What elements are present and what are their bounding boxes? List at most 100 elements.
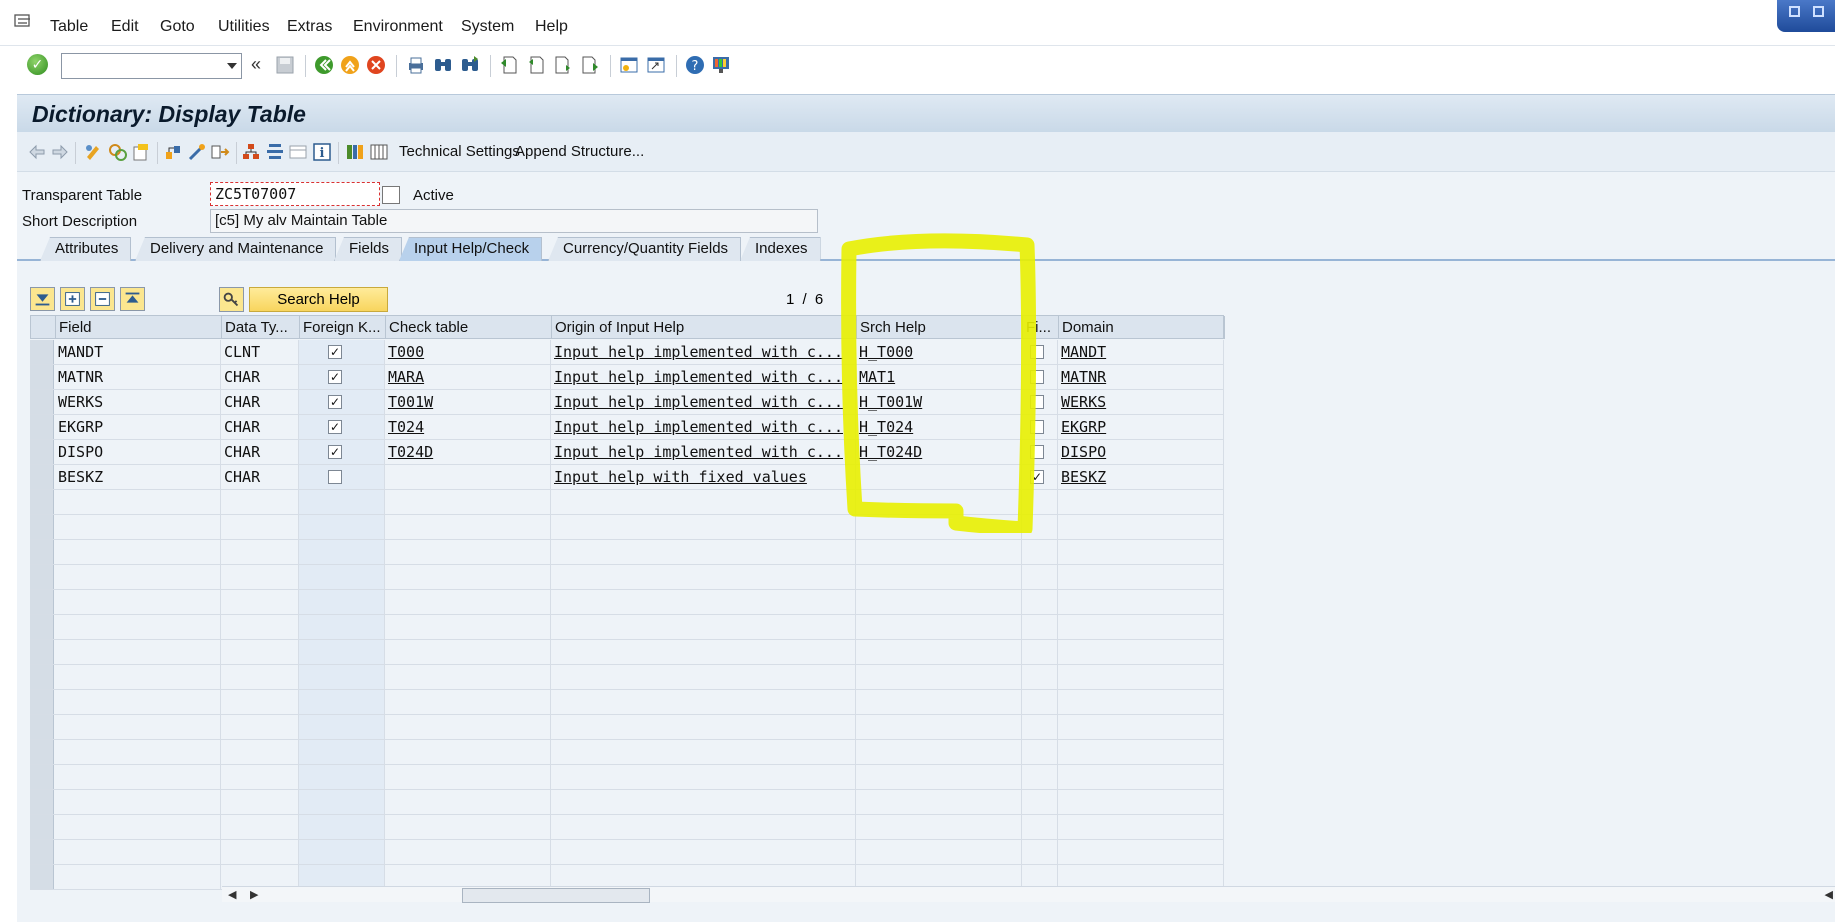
find-icon[interactable]: [433, 55, 453, 75]
insert-row-icon[interactable]: [60, 287, 85, 311]
check-table-cell-text[interactable]: MARA: [388, 368, 424, 386]
search-help-cell-text[interactable]: H_T001W: [859, 393, 922, 411]
save-icon[interactable]: [275, 55, 295, 75]
chevron-down-icon[interactable]: [227, 63, 237, 69]
domain-cell-text[interactable]: DISPO: [1061, 443, 1106, 461]
checkbox[interactable]: ✓: [328, 395, 342, 409]
row-selector[interactable]: [30, 790, 54, 814]
scroll-thumb[interactable]: [462, 888, 650, 903]
tab-attributes[interactable]: Attributes: [40, 237, 132, 261]
column-domain[interactable]: Domain: [1059, 316, 1225, 339]
layout-icon[interactable]: [345, 142, 365, 162]
append-structure-button[interactable]: Append Structure...: [515, 143, 644, 160]
checkbox[interactable]: [1030, 345, 1044, 359]
expand-all-icon[interactable]: [30, 287, 55, 311]
table-row[interactable]: [30, 515, 1224, 540]
checkbox[interactable]: [1030, 395, 1044, 409]
column-field[interactable]: Field: [56, 316, 222, 339]
previous-page-icon[interactable]: [526, 55, 546, 75]
back-icon[interactable]: [314, 55, 334, 75]
table-name-field[interactable]: ZC5T07007: [210, 182, 380, 206]
column-check-table[interactable]: Check table: [386, 316, 552, 339]
enter-icon[interactable]: ✓: [27, 54, 48, 75]
domain-cell-text[interactable]: MANDT: [1061, 343, 1106, 361]
origin-input-help-cell-text[interactable]: Input help implemented with c...: [554, 343, 843, 361]
tab-delivery-maintenance[interactable]: Delivery and Maintenance: [135, 237, 337, 261]
checkbox[interactable]: [1030, 370, 1044, 384]
structure-icon[interactable]: [265, 142, 285, 162]
search-help-button[interactable]: Search Help: [249, 287, 388, 312]
column-origin-input-help[interactable]: Origin of Input Help: [552, 316, 857, 339]
row-selector[interactable]: [30, 740, 54, 764]
row-selector[interactable]: [30, 465, 54, 489]
horizontal-scrollbar[interactable]: ◀ ▶ ◀: [222, 886, 1835, 903]
table-row[interactable]: [30, 540, 1224, 565]
command-field[interactable]: [61, 53, 242, 79]
command-input[interactable]: [64, 55, 214, 77]
last-page-icon[interactable]: [580, 55, 600, 75]
delete-row-icon[interactable]: [90, 287, 115, 311]
checkbox[interactable]: ✓: [328, 345, 342, 359]
table-row[interactable]: [30, 590, 1224, 615]
table-row[interactable]: [30, 715, 1224, 740]
collapse-all-icon[interactable]: [120, 287, 145, 311]
checkbox[interactable]: ✓: [328, 420, 342, 434]
window-maximize-icon[interactable]: [1813, 6, 1824, 17]
menu-environment[interactable]: Environment: [353, 18, 443, 36]
column-foreign-key[interactable]: Foreign K...: [300, 316, 386, 339]
table-row[interactable]: [30, 665, 1224, 690]
row-selector[interactable]: [30, 715, 54, 739]
search-help-cell-text[interactable]: H_T024D: [859, 443, 922, 461]
key-icon[interactable]: [219, 287, 244, 312]
window-controls[interactable]: [1777, 0, 1835, 32]
table-row[interactable]: [30, 565, 1224, 590]
search-help-cell-text[interactable]: H_T000: [859, 343, 913, 361]
column-search-help[interactable]: Srch Help: [857, 316, 1023, 339]
row-selector[interactable]: [30, 690, 54, 714]
select-all-header[interactable]: [31, 316, 56, 339]
find-next-icon[interactable]: [460, 55, 480, 75]
checkbox[interactable]: ✓: [1030, 470, 1044, 484]
menu-goto[interactable]: Goto: [160, 18, 195, 36]
check-icon[interactable]: [131, 142, 151, 162]
row-selector[interactable]: [30, 490, 54, 514]
origin-input-help-cell-text[interactable]: Input help implemented with c...: [554, 393, 843, 411]
object-list-icon[interactable]: [210, 142, 230, 162]
technical-settings-button[interactable]: Technical Settings: [399, 143, 520, 160]
hierarchy-icon[interactable]: [241, 142, 261, 162]
scroll-right-icon[interactable]: ▶: [250, 888, 258, 901]
table-row[interactable]: BESKZ CHAR Input help with fixed values ✓ BE…: [30, 465, 1224, 490]
table-row[interactable]: [30, 765, 1224, 790]
row-selector[interactable]: [30, 540, 54, 564]
search-help-cell-text[interactable]: MAT1: [859, 368, 895, 386]
where-used-icon[interactable]: [187, 142, 207, 162]
short-description-field[interactable]: [c5] My alv Maintain Table: [210, 209, 818, 233]
checkbox[interactable]: ✓: [328, 370, 342, 384]
check-table-cell-text[interactable]: T024: [388, 418, 424, 436]
origin-input-help-cell-text[interactable]: Input help with fixed values: [554, 468, 807, 486]
table-row[interactable]: [30, 490, 1224, 515]
domain-cell-text[interactable]: EKGRP: [1061, 418, 1106, 436]
row-selector[interactable]: [30, 565, 54, 589]
table-row[interactable]: [30, 740, 1224, 765]
row-selector[interactable]: [30, 590, 54, 614]
customize-layout-icon[interactable]: [711, 55, 731, 75]
table-row[interactable]: [30, 640, 1224, 665]
row-selector[interactable]: [30, 640, 54, 664]
tab-fields[interactable]: Fields: [334, 237, 403, 261]
create-session-icon[interactable]: [619, 55, 639, 75]
activate-icon[interactable]: [163, 142, 183, 162]
scroll-end-icon[interactable]: ◀: [1825, 888, 1833, 901]
table-row[interactable]: [30, 815, 1224, 840]
tab-input-help-check[interactable]: Input Help/Check: [399, 237, 543, 261]
table-row[interactable]: MANDT CLNT ✓ T000 Input help implemented wit…: [30, 340, 1224, 365]
arrow-right-icon[interactable]: [50, 142, 70, 162]
table-row[interactable]: [30, 840, 1224, 865]
domain-cell-text[interactable]: WERKS: [1061, 393, 1106, 411]
check-table-cell-text[interactable]: T000: [388, 343, 424, 361]
row-selector[interactable]: [30, 340, 54, 364]
next-page-icon[interactable]: [553, 55, 573, 75]
print-icon[interactable]: [406, 55, 426, 75]
copy-icon[interactable]: [382, 186, 400, 204]
help-icon[interactable]: ?: [685, 55, 705, 75]
